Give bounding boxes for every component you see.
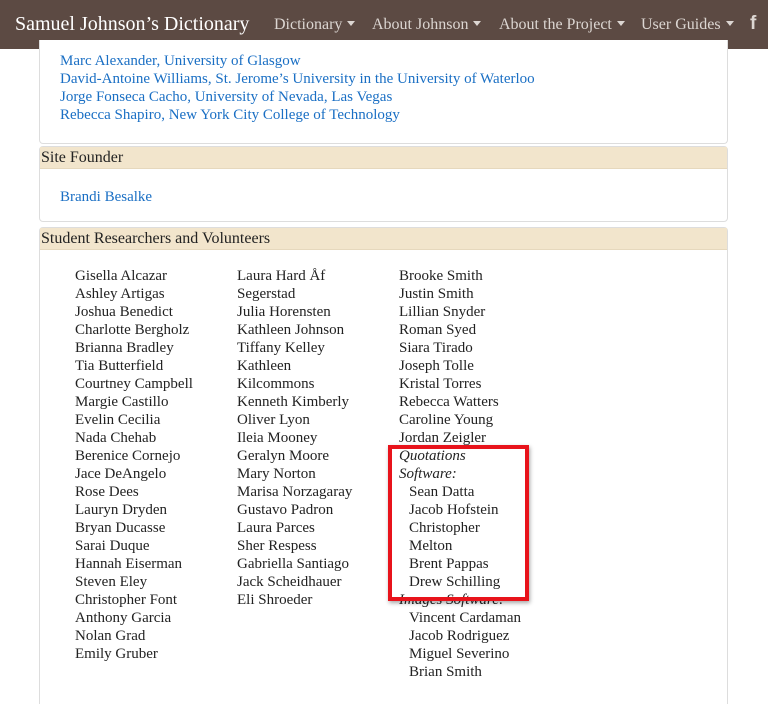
list-item: Charlotte Bergholz (75, 322, 190, 338)
panel-heading: Student Researchers and Volunteers (40, 228, 727, 250)
list-item: Marisa Norzagaray (237, 484, 353, 500)
chevron-down-icon (616, 21, 625, 26)
list-item: Berenice Cornejo (75, 448, 181, 464)
list-item: Lillian Snyder (399, 304, 486, 320)
list-item: Bryan Ducasse (75, 520, 166, 536)
list-item: Mary Norton (237, 466, 316, 482)
list-item: Courtney Campbell (75, 376, 193, 392)
list-item: Geralyn Moore (237, 448, 330, 464)
list-item: Rebecca Watters (399, 394, 499, 410)
list-item: Brian Smith (409, 664, 482, 680)
list-item: Hannah Eiserman (75, 556, 183, 572)
founder-link[interactable]: Brandi Besalke (60, 189, 152, 206)
nav-about-johnson-label: About Johnson (372, 16, 469, 33)
list-item: Kenneth Kimberly (237, 394, 350, 410)
nav-dictionary-label: Dictionary (274, 16, 343, 33)
list-item: Nolan Grad (75, 628, 146, 644)
researchers-column-2: Laura Hard Åf Segerstad Julia Horensten … (237, 267, 397, 609)
list-item: Vincent Cardaman (409, 610, 521, 626)
list-item: Brianna Bradley (75, 340, 174, 356)
list-item: Jace DeAngelo (75, 466, 167, 482)
list-item: Gustavo Padron (237, 502, 334, 518)
list-item: Gabriella Santiago (237, 556, 350, 572)
nav-dictionary[interactable]: Dictionary (274, 16, 356, 34)
advisors-panel: Marc Alexander, University of Glasgow Da… (39, 40, 728, 144)
nav-user-guides[interactable]: User Guides (641, 16, 734, 34)
list-item: Nada Chehab (75, 430, 157, 446)
list-item: Kathleen Johnson (237, 322, 345, 338)
list-item: Lauryn Dryden (75, 502, 168, 518)
list-item: Segerstad (237, 286, 296, 302)
list-item: Sher Respess (237, 538, 317, 554)
list-item: Ileia Mooney (237, 430, 318, 446)
list-item: Steven Eley (75, 574, 148, 590)
advisor-link[interactable]: Jorge Fonseca Cacho, University of Nevad… (60, 89, 392, 106)
list-item: Emily Gruber (75, 646, 158, 662)
list-item: Joseph Tolle (399, 358, 474, 374)
site-founder-panel: Site Founder Brandi Besalke (39, 146, 728, 222)
list-item: Oliver Lyon (237, 412, 310, 428)
site-brand[interactable]: Samuel Johnson’s Dictionary (15, 13, 249, 36)
list-item: Sarai Duque (75, 538, 150, 554)
nav-about-johnson[interactable]: About Johnson (372, 16, 482, 34)
list-item: Kristal Torres (399, 376, 482, 392)
chevron-down-icon (347, 21, 356, 26)
nav-about-project-label: About the Project (499, 16, 612, 33)
list-item: Caroline Young (399, 412, 494, 428)
list-item: Kilcommons (237, 376, 315, 392)
list-item: Julia Horensten (237, 304, 331, 320)
chevron-down-icon (725, 21, 734, 26)
nav-user-guides-label: User Guides (641, 16, 721, 33)
list-item: Miguel Severino (409, 646, 510, 662)
list-item: Laura Hard Åf (237, 268, 326, 284)
advisor-link[interactable]: Rebecca Shapiro, New York City College o… (60, 107, 400, 124)
list-item: Margie Castillo (75, 394, 169, 410)
list-item: Gisella Alcazar (75, 268, 168, 284)
panel-heading: Site Founder (40, 147, 727, 169)
list-item: Brooke Smith (399, 268, 483, 284)
list-item: Christopher Font (75, 592, 178, 608)
list-item: Joshua Benedict (75, 304, 173, 320)
advisor-link[interactable]: Marc Alexander, University of Glasgow (60, 53, 301, 70)
student-researchers-panel: Student Researchers and Volunteers Gisel… (39, 227, 728, 704)
list-item: Eli Shroeder (237, 592, 313, 608)
list-item: Siara Tirado (399, 340, 473, 356)
list-item: Jack Scheidhauer (237, 574, 342, 590)
advisor-link[interactable]: David-Antoine Williams, St. Jerome’s Uni… (60, 71, 535, 88)
list-item: Jacob Rodriguez (409, 628, 510, 644)
chevron-down-icon (473, 21, 482, 26)
nav-about-project[interactable]: About the Project (499, 16, 625, 34)
list-item: Tia Butterfield (75, 358, 164, 374)
list-item: Roman Syed (399, 322, 477, 338)
list-item: Tiffany Kelley (237, 340, 325, 356)
list-item: Justin Smith (399, 286, 474, 302)
researchers-column-1: Gisella Alcazar Ashley Artigas Joshua Be… (75, 267, 235, 663)
list-item: Anthony Garcia (75, 610, 172, 626)
facebook-icon[interactable]: f (750, 13, 756, 35)
list-item: Laura Parces (237, 520, 315, 536)
list-item: Ashley Artigas (75, 286, 165, 302)
list-item: Kathleen (237, 358, 292, 374)
list-item: Rose Dees (75, 484, 139, 500)
list-item: Evelin Cecilia (75, 412, 161, 428)
highlight-box (388, 445, 529, 601)
